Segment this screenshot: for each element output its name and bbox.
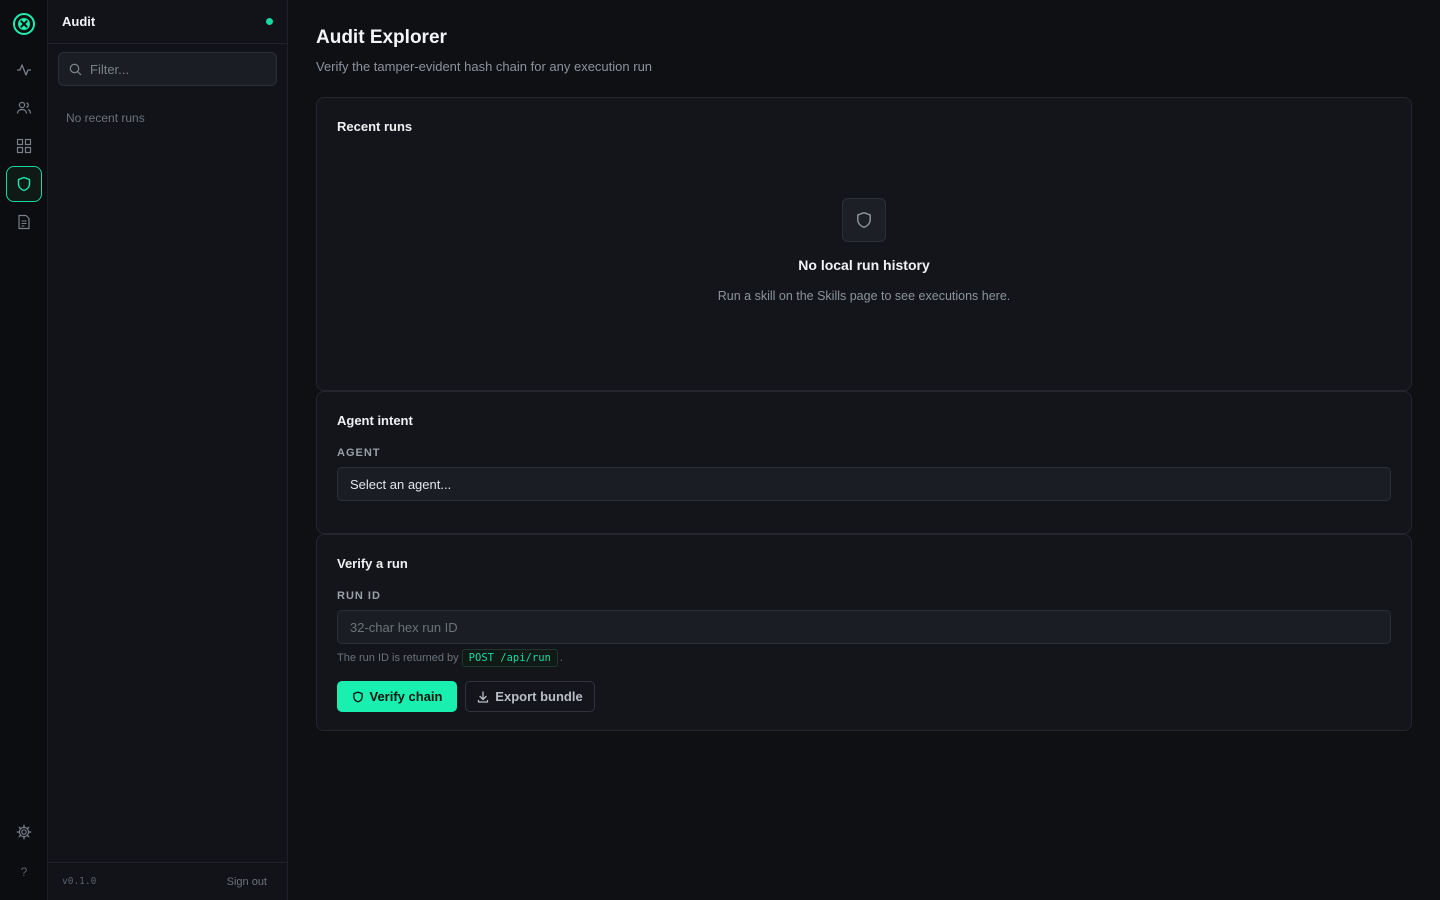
nav-skills[interactable] (6, 128, 42, 164)
sidebar-header: Audit (48, 0, 287, 44)
page-title: Audit Explorer (316, 27, 447, 48)
users-icon (16, 101, 32, 114)
empty-state-title: No local run history (798, 257, 930, 273)
sidebar-footer: v0.1.0 Sign out (48, 862, 287, 900)
filter-input[interactable] (90, 61, 260, 77)
agent-select-value: Select an agent... (350, 476, 452, 492)
nav-audit[interactable] (6, 166, 42, 202)
sign-out-link[interactable]: Sign out (227, 876, 267, 888)
status-dot (266, 18, 273, 25)
sidebar-title: Audit (62, 14, 96, 29)
agent-select[interactable]: Select an agent... (337, 467, 1391, 501)
verify-chain-button[interactable]: Verify chain (337, 681, 457, 712)
nav-activity[interactable] (6, 52, 42, 88)
nav-users[interactable] (6, 90, 42, 126)
page-subtitle: Verify the tamper-evident hash chain for… (316, 59, 653, 74)
help-icon: ? (20, 865, 28, 879)
run-id-hint: The run ID is returned by POST /api/run … (337, 649, 563, 667)
empty-state-icon-box (842, 198, 886, 242)
empty-state-description: Run a skill on the Skills page to see ex… (717, 289, 1011, 303)
run-id-field[interactable] (337, 610, 1391, 644)
hint-prefix: The run ID is returned by (337, 652, 459, 664)
search-icon (69, 63, 82, 75)
icon-rail: ? (0, 0, 48, 900)
app-logo-icon[interactable] (12, 12, 36, 36)
shield-icon (857, 211, 871, 229)
run-id-input[interactable] (350, 619, 1378, 635)
agent-field-label: AGENT (337, 447, 381, 459)
recent-runs-card: Recent runs No local run history Run a s… (316, 97, 1412, 391)
export-bundle-label: Export bundle (495, 689, 583, 704)
verify-run-title: Verify a run (337, 556, 408, 571)
no-recent-runs-text: No recent runs (66, 111, 145, 125)
sidebar: Audit No recent runs v0.1.0 Sign out (48, 0, 288, 900)
verify-run-card: Verify a run RUN ID The run ID is return… (316, 534, 1412, 731)
api-endpoint-code: POST /api/run (461, 649, 558, 667)
recent-runs-title: Recent runs (337, 119, 413, 134)
skills-grid-icon (16, 138, 32, 154)
agent-intent-title: Agent intent (337, 413, 413, 428)
nav-settings[interactable] (6, 814, 42, 850)
shield-icon (352, 690, 363, 703)
export-bundle-button[interactable]: Export bundle (465, 681, 595, 712)
run-id-label: RUN ID (337, 590, 381, 602)
version-label: v0.1.0 (62, 876, 97, 887)
shield-icon (17, 176, 31, 192)
verify-chain-label: Verify chain (369, 689, 443, 704)
filter-box[interactable] (58, 52, 277, 86)
download-icon (478, 690, 489, 703)
document-icon (18, 214, 30, 230)
nav-help[interactable]: ? (6, 854, 42, 890)
nav-docs[interactable] (6, 204, 42, 240)
agent-intent-card: Agent intent AGENT Select an agent... (316, 391, 1412, 534)
activity-icon (17, 64, 31, 76)
gear-icon (16, 824, 32, 840)
hint-suffix: . (559, 652, 563, 664)
